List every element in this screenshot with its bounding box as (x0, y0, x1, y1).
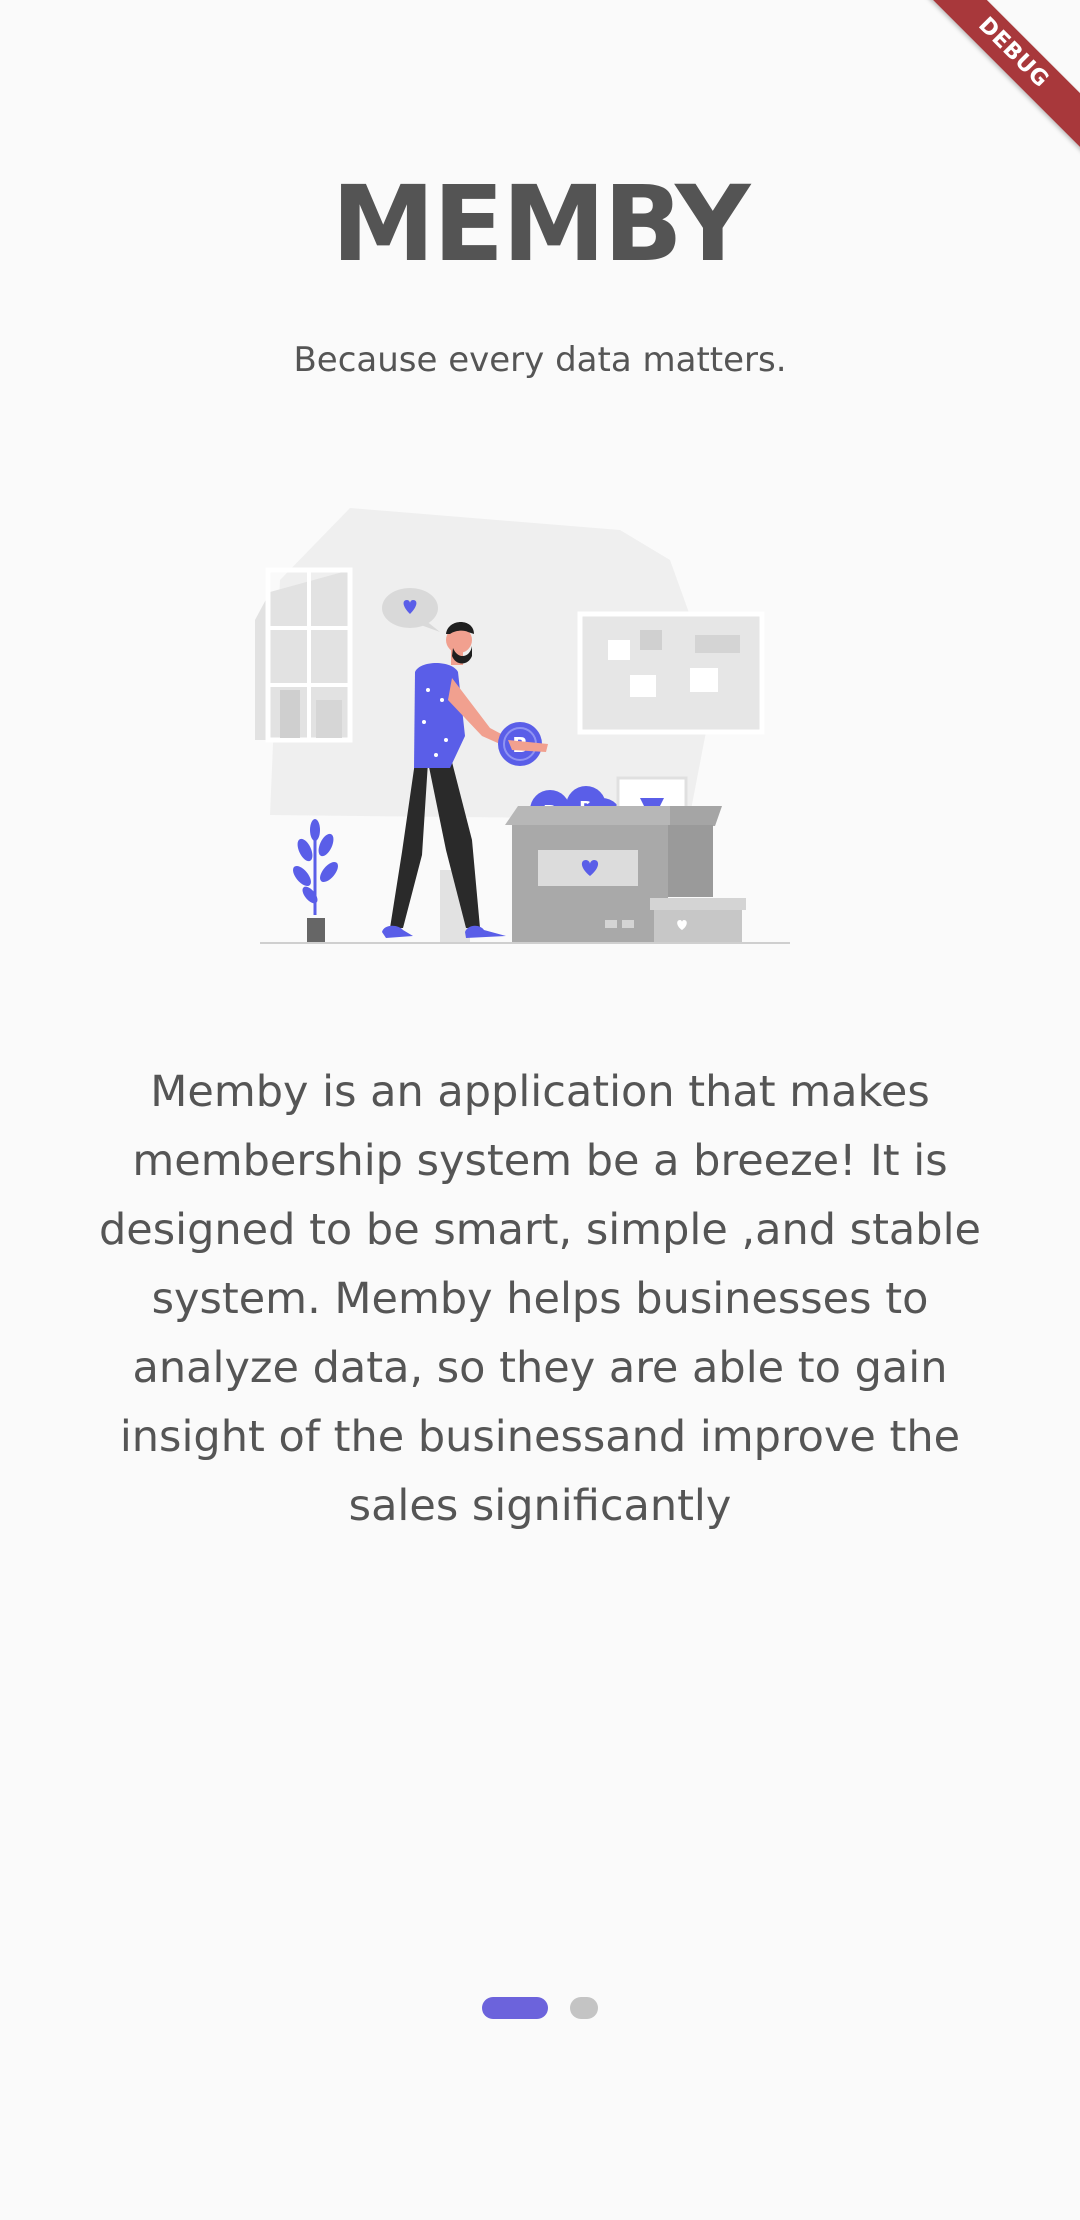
membership-boxes-illustration: B B B B (255, 508, 790, 944)
page-indicator-dot[interactable] (570, 1997, 598, 2019)
debug-banner-label: DEBUG (911, 0, 1080, 155)
pin-board-icon (577, 611, 765, 735)
plant-icon (293, 819, 338, 942)
app-tagline: Because every data matters. (293, 340, 787, 380)
page-indicator (0, 1997, 1080, 2019)
window-icon (255, 567, 353, 743)
app-description: Memby is an application that makes membe… (99, 1067, 981, 1531)
debug-banner: DEBUG (910, 0, 1080, 170)
app-title: MEMBY (331, 163, 751, 285)
small-box-icon (650, 898, 746, 944)
onboarding-screen: DEBUG MEMBY Because every data matters. (0, 0, 1080, 2220)
page-indicator-dot-active[interactable] (482, 1997, 548, 2019)
